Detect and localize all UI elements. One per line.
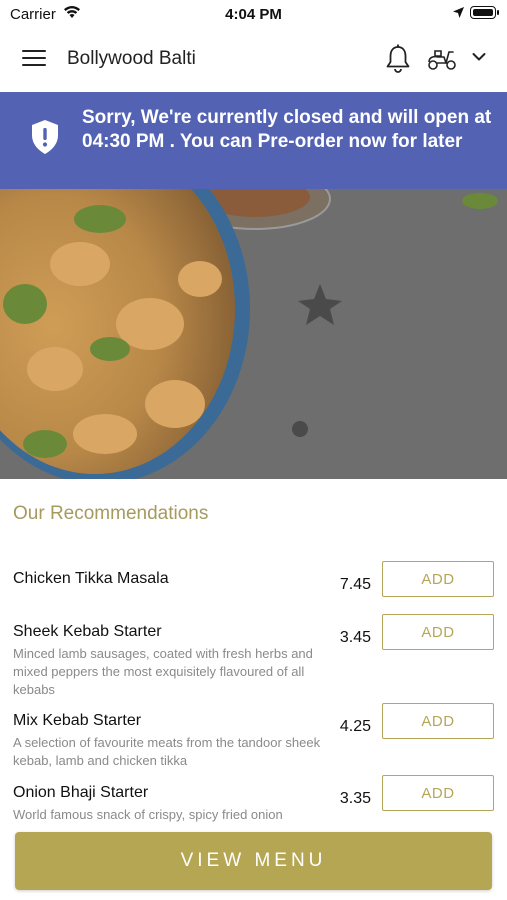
add-button[interactable]: ADD bbox=[382, 775, 494, 811]
bell-icon[interactable] bbox=[385, 44, 411, 74]
closed-message: Sorry, We're currently closed and will o… bbox=[82, 107, 492, 152]
recommendations-heading: Our Recommendations bbox=[13, 503, 209, 524]
chevron-down-icon[interactable] bbox=[472, 52, 486, 62]
item-name: Onion Bhaji Starter bbox=[13, 784, 149, 801]
status-bar: Carrier 4:04 PM bbox=[0, 0, 507, 28]
add-button[interactable]: ADD bbox=[382, 561, 494, 597]
app-header: Bollywood Balti bbox=[0, 28, 507, 92]
add-button[interactable]: ADD bbox=[382, 614, 494, 650]
closed-notice-banner: Sorry, We're currently closed and will o… bbox=[0, 92, 507, 189]
item-description: World famous snack of crispy, spicy frie… bbox=[13, 807, 283, 822]
item-name: Mix Kebab Starter bbox=[13, 712, 142, 729]
item-name: Sheek Kebab Starter bbox=[13, 623, 162, 640]
item-name: Chicken Tikka Masala bbox=[13, 570, 169, 587]
delivery-scooter-icon[interactable] bbox=[426, 46, 458, 72]
battery-cap bbox=[497, 10, 499, 15]
hero-food-image bbox=[0, 189, 507, 479]
item-price: 4.25 bbox=[339, 718, 371, 735]
location-arrow-icon bbox=[453, 7, 464, 18]
hamburger-menu-icon[interactable] bbox=[22, 50, 46, 70]
item-price: 3.35 bbox=[339, 790, 371, 807]
restaurant-title: Bollywood Balti bbox=[67, 48, 196, 69]
item-description: Minced lamb sausages, coated with fresh … bbox=[13, 646, 313, 697]
view-menu-button[interactable]: VIEW MENU bbox=[15, 832, 492, 890]
add-button[interactable]: ADD bbox=[382, 703, 494, 739]
battery-icon bbox=[470, 6, 496, 19]
item-price: 3.45 bbox=[339, 629, 371, 646]
shield-alert-icon bbox=[32, 120, 58, 154]
status-time: 4:04 PM bbox=[225, 6, 282, 23]
item-description: A selection of favourite meats from the … bbox=[13, 735, 321, 768]
item-price: 7.45 bbox=[339, 576, 371, 593]
